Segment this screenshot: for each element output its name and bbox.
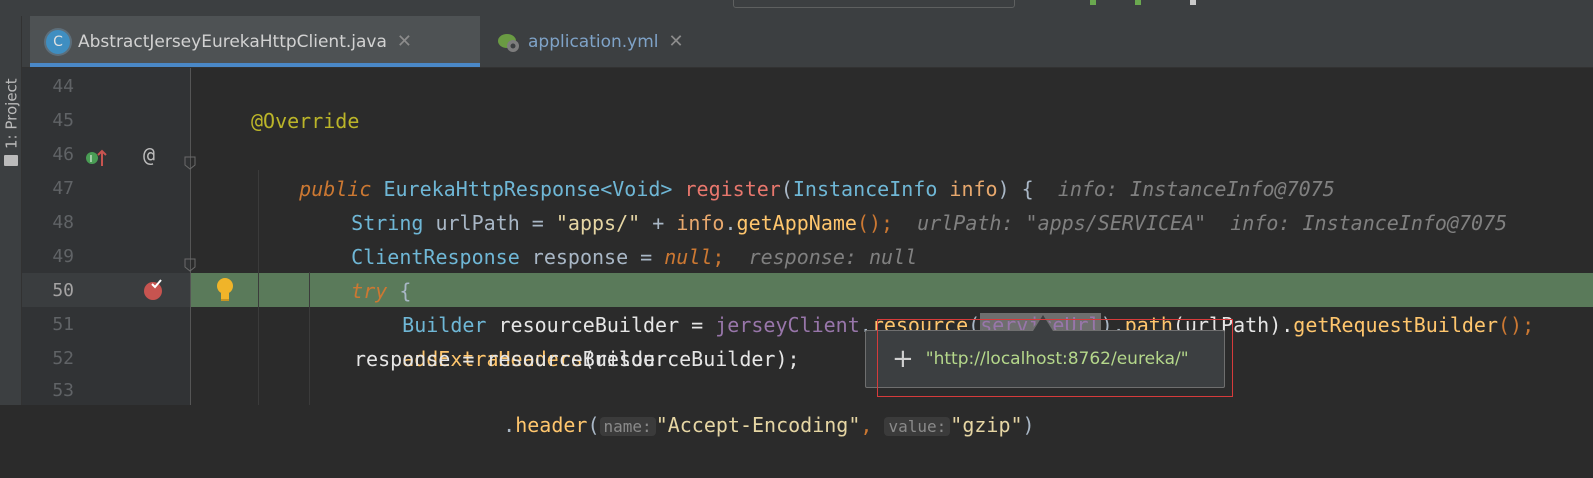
code-line: 45 @Override xyxy=(0,104,1593,138)
tab-label: application.yml xyxy=(528,31,659,52)
code-line: 53 .header(name: "Accept-Encoding", value… xyxy=(0,374,1593,437)
tab-abstract-jersey-eureka-http-client[interactable]: C AbstractJerseyEurekaHttpClient.java ✕ xyxy=(30,16,480,67)
annotation: @Override xyxy=(251,109,360,133)
punctuation: . xyxy=(503,413,516,437)
line-number: 44 xyxy=(52,76,74,97)
code-line-current: 50 Builder resourceBuilder = jerseyClien… xyxy=(0,274,1593,337)
svg-text:I: I xyxy=(90,154,93,165)
build-icon[interactable] xyxy=(1090,0,1096,5)
code-line: 47 String urlPath = "apps/" + info.getAp… xyxy=(0,172,1593,235)
line-number: 53 xyxy=(52,380,74,401)
line-number: 49 xyxy=(52,246,74,267)
editor-tab-bar: C AbstractJerseyEurekaHttpClient.java ✕ … xyxy=(22,16,1593,68)
line-number: 52 xyxy=(52,348,74,369)
run-configuration-selector[interactable] xyxy=(733,0,1015,8)
line-number: 45 xyxy=(52,110,74,131)
punctuation: ) xyxy=(1022,413,1035,437)
parameter-hint: name: xyxy=(599,417,656,436)
highlight-frame xyxy=(877,319,1233,397)
line-number: 51 xyxy=(52,314,74,335)
main-toolbar xyxy=(0,0,1593,17)
close-icon[interactable]: ✕ xyxy=(669,31,684,52)
punctuation: ( xyxy=(587,413,600,437)
override-icon[interactable]: @ xyxy=(143,138,155,172)
run-icon[interactable] xyxy=(1135,0,1141,5)
code-text: response = resourceBuilder xyxy=(354,347,668,371)
debug-icon[interactable] xyxy=(1190,0,1196,5)
line-number: 50 xyxy=(52,280,74,301)
code-line: 52 response = resourceBuilder xyxy=(0,342,1593,376)
close-icon[interactable]: ✕ xyxy=(397,31,412,52)
tab-label: AbstractJerseyEurekaHttpClient.java xyxy=(78,31,387,52)
method-name: header xyxy=(515,413,588,437)
string-literal: "Accept-Encoding" xyxy=(655,413,861,437)
string-literal: "gzip" xyxy=(950,413,1023,437)
code-line: 49 try { xyxy=(0,240,1593,303)
code-line: 51 addExtraHeaders(resourceBuilder); xyxy=(0,308,1593,371)
spring-yml-icon xyxy=(496,30,520,54)
line-number: 46 xyxy=(52,144,74,165)
code-line: 48 ClientResponse response = null; respo… xyxy=(0,206,1593,269)
java-class-icon: C xyxy=(46,29,70,54)
code-line: 46 I @ public EurekaHttpResponse<Void> r… xyxy=(0,138,1593,201)
tab-application-yml[interactable]: application.yml ✕ xyxy=(480,16,710,67)
punctuation: , xyxy=(860,413,873,437)
parameter-hint: value: xyxy=(884,417,951,436)
code-line: 44 xyxy=(0,70,1593,104)
line-number: 47 xyxy=(52,178,74,199)
line-number: 48 xyxy=(52,212,74,233)
